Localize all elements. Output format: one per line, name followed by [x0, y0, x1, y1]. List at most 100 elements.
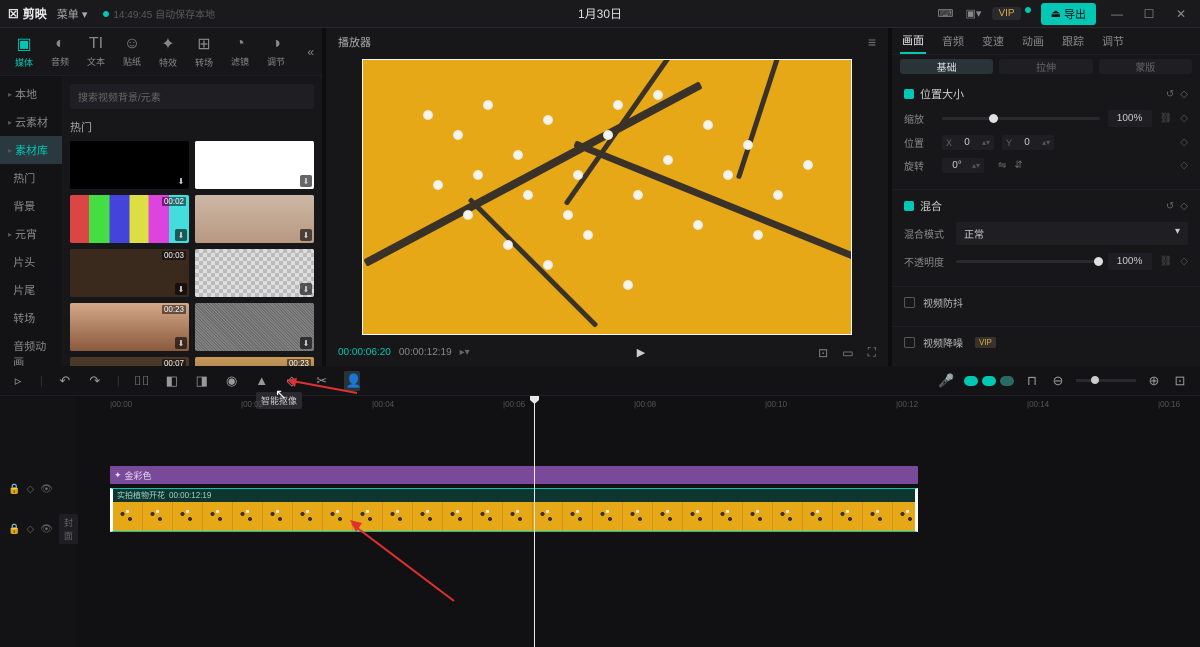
smart-cutout-icon[interactable]: 👤 [344, 371, 360, 391]
redo-icon[interactable]: ↷ [87, 373, 103, 389]
position-y-input[interactable]: Y▴▾ [1002, 135, 1054, 150]
sidebar-item[interactable]: 热门 [0, 164, 62, 192]
collapse-panel-icon[interactable]: « [307, 45, 314, 59]
download-icon[interactable]: ⬇ [300, 175, 312, 187]
effect-clip[interactable]: ✦金彩色 [110, 466, 918, 484]
download-icon[interactable]: ⬇ [300, 283, 312, 295]
zoom-in-icon[interactable]: ⊕ [1146, 373, 1162, 389]
media-thumbnail[interactable]: 00:02⬇ [70, 195, 189, 243]
media-thumbnail[interactable]: 00:23⬇ [195, 357, 314, 366]
sidebar-item[interactable]: 转场 [0, 304, 62, 332]
reset-icon[interactable]: ↺ [1166, 89, 1174, 100]
download-icon[interactable]: ⬇ [300, 229, 312, 241]
toptab-文本[interactable]: TI文本 [78, 35, 114, 68]
close-button[interactable]: ✕ [1170, 7, 1192, 21]
fullscreen-icon[interactable]: ⛶ [868, 345, 876, 360]
zoom-out-icon[interactable]: ⊖ [1050, 373, 1066, 389]
link-icon[interactable]: ⛓ [1160, 113, 1173, 124]
visibility-icon[interactable]: ◇ [26, 484, 34, 495]
delete-left-icon[interactable]: ◧ [164, 373, 180, 389]
reset-icon[interactable]: ↺ [1166, 201, 1174, 212]
keyframe-icon[interactable]: ◇ [1180, 201, 1188, 212]
flip-v-icon[interactable]: ⇵ [1014, 160, 1022, 171]
toptab-贴纸[interactable]: ☺贴纸 [114, 35, 150, 68]
media-thumbnail[interactable]: 00:03⬇ [70, 249, 189, 297]
toptab-音频[interactable]: ◐音频 [42, 35, 78, 68]
toptab-媒体[interactable]: ▣媒体 [6, 34, 42, 69]
keyframe-icon[interactable]: ◇ [1180, 256, 1188, 267]
props-subtab[interactable]: 蒙版 [1099, 59, 1192, 74]
scale-slider[interactable] [942, 117, 1100, 120]
mute-icon[interactable]: 👁 [40, 484, 53, 495]
mirror-icon[interactable]: ▲ [254, 373, 270, 388]
denoise-checkbox[interactable] [904, 337, 915, 348]
props-tab[interactable]: 画面 [900, 28, 926, 54]
video-clip[interactable]: 实拍植物开花00:00:12:19 [110, 488, 918, 532]
media-thumbnail[interactable]: ⬇ [70, 141, 189, 189]
sidebar-item[interactable]: 背景 [0, 192, 62, 220]
mic-icon[interactable]: 🎤 [938, 373, 954, 389]
blend-mode-select[interactable]: 正常▾ [956, 222, 1188, 245]
scale-value[interactable]: 100% [1108, 110, 1152, 127]
download-icon[interactable]: ⬇ [175, 175, 187, 187]
sidebar-item[interactable]: ▸本地 [0, 80, 62, 108]
preview-canvas[interactable] [362, 59, 852, 335]
position-x-input[interactable]: X▴▾ [942, 135, 994, 150]
play-button[interactable]: ▶ [637, 346, 645, 359]
keyframe-icon[interactable]: ◇ [1180, 137, 1188, 148]
minimize-button[interactable]: — [1106, 7, 1128, 21]
download-icon[interactable]: ⬇ [300, 337, 312, 349]
media-thumbnail[interactable]: ⬇ [195, 195, 314, 243]
vip-badge[interactable]: VIP [992, 7, 1020, 20]
opacity-slider[interactable] [956, 260, 1100, 263]
link-icon[interactable]: ⛓ [1160, 256, 1173, 267]
props-tab[interactable]: 变速 [980, 29, 1006, 53]
props-tab[interactable]: 调节 [1100, 29, 1126, 53]
flip-h-icon[interactable]: ⇋ [998, 160, 1006, 171]
crop-icon[interactable]: ✂ [314, 373, 330, 389]
maximize-button[interactable]: ☐ [1138, 7, 1160, 21]
toptab-滤镜[interactable]: ◔滤镜 [222, 35, 258, 68]
toptab-特效[interactable]: ✦特效 [150, 34, 186, 69]
playhead[interactable] [534, 396, 535, 647]
opacity-value[interactable]: 100% [1108, 253, 1152, 270]
zoom-slider[interactable] [1076, 379, 1136, 382]
ratio-icon[interactable]: ▭ [842, 346, 853, 360]
props-subtab[interactable]: 拉伸 [999, 59, 1092, 74]
player-menu-icon[interactable]: ≡ [868, 34, 876, 50]
visibility-icon[interactable]: ◇ [26, 524, 34, 535]
toptab-调节[interactable]: ◑调节 [258, 35, 294, 68]
sidebar-item[interactable]: ▸云素材 [0, 108, 62, 136]
sidebar-item[interactable]: ▸元宵 [0, 220, 62, 248]
props-tab[interactable]: 音频 [940, 29, 966, 53]
mute-icon[interactable]: 👁 [40, 524, 53, 535]
split-icon[interactable]: ⌷⌷ [134, 373, 150, 389]
fit-icon[interactable]: ⊡ [1172, 373, 1188, 389]
lock-icon[interactable]: 🔒 [8, 484, 20, 495]
media-thumbnail[interactable]: 00:07⬇ [70, 357, 189, 366]
media-thumbnail[interactable]: ⬇ [195, 249, 314, 297]
rotation-input[interactable]: ▴▾ [942, 158, 984, 173]
toptab-转场[interactable]: ⊞转场 [186, 34, 222, 69]
magnet-icon[interactable]: ⊓ [1024, 373, 1040, 389]
stabilize-checkbox[interactable] [904, 297, 915, 308]
sidebar-item[interactable]: 片头 [0, 248, 62, 276]
safe-zone-icon[interactable]: ⊡ [818, 346, 828, 360]
search-input[interactable]: 搜索视频背景/元素 [70, 84, 314, 109]
media-thumbnail[interactable]: 00:23⬇ [70, 303, 189, 351]
shortcut-icon[interactable]: ⌨ [936, 5, 954, 23]
sidebar-item[interactable]: ▸素材库 [0, 136, 62, 164]
select-tool-icon[interactable]: ▹ [10, 373, 26, 389]
lock-icon[interactable]: 🔒 [8, 524, 20, 535]
export-button[interactable]: ⏏导出 [1041, 3, 1096, 25]
download-icon[interactable]: ⬇ [175, 337, 187, 349]
keyframe-icon[interactable]: ◇ [1180, 89, 1188, 100]
media-thumbnail[interactable]: ⬇ [195, 141, 314, 189]
props-tab[interactable]: 跟踪 [1060, 29, 1086, 53]
props-subtab[interactable]: 基础 [900, 59, 993, 74]
media-thumbnail[interactable]: ⬇ [195, 303, 314, 351]
undo-icon[interactable]: ↶ [57, 373, 73, 389]
freeze-icon[interactable]: ◉ [224, 373, 240, 389]
delete-right-icon[interactable]: ◨ [194, 373, 210, 389]
keyframe-icon[interactable]: ◇ [1180, 113, 1188, 124]
